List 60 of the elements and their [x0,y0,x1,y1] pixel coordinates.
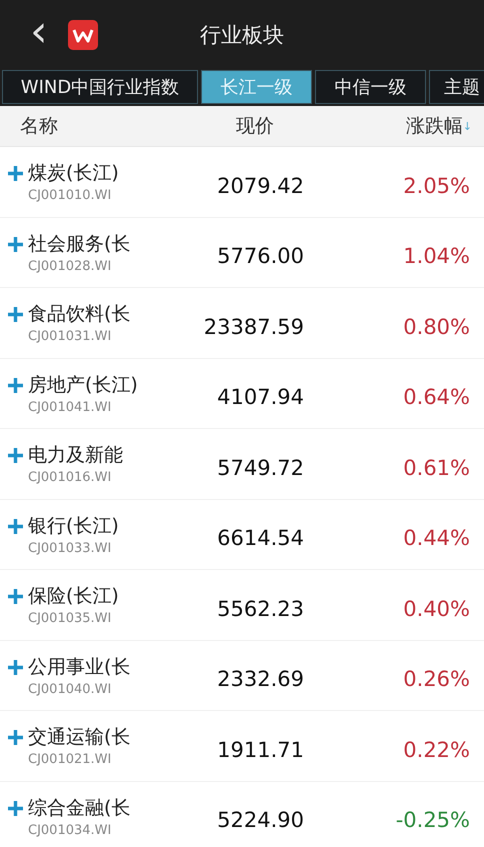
sector-name: 综合金融(长 [28,796,130,821]
sector-name: 公用事业(长 [28,654,130,680]
tab[interactable]: 主题 [429,70,484,104]
price-cell-text: 5749.72 [216,456,304,480]
add-icon[interactable] [7,306,24,324]
change-cell: 0.44% [403,526,470,550]
sector-name: 房地产(长江) [28,372,138,398]
tab[interactable]: 中信一级 [315,70,426,104]
window-title: 行业板块 [200,22,284,49]
sector-code: CJ001035.WI [28,611,112,626]
back-button[interactable]: ‹ [30,10,48,60]
change-cell: -0.25% [396,808,470,832]
sector-name: 煤炭(长江) [28,161,119,186]
change-cell: 1.04% [403,244,470,268]
sector-code: CJ001031.WI [28,329,112,344]
sector-code: CJ001016.WI [28,470,112,486]
add-icon[interactable] [7,447,24,464]
sector-code: CJ001033.WI [28,540,112,556]
sector-code: CJ001010.WI [28,188,112,204]
tab[interactable]: WIND中国行业指数 [2,70,198,104]
price-cell-text: 2079.42 [216,174,304,198]
price-cell-text: 5776.00 [216,244,304,268]
sector-code: CJ001021.WI [28,752,112,768]
price-cell-text: 2332.69 [216,667,304,692]
app-logo-icon [68,20,98,50]
column-header[interactable]: 涨跌幅 [406,113,463,139]
change-cell: 2.05% [403,174,470,198]
add-icon[interactable] [7,518,24,535]
change-cell: 0.26% [403,667,470,692]
sector-name: 交通运输(长 [28,725,130,750]
change-cell: 0.80% [403,314,470,339]
sector-name: 保险(长江) [28,584,119,610]
sector-name: 银行(长江) [28,514,119,539]
sector-code: CJ001040.WI [28,682,112,697]
change-cell: 0.40% [403,596,470,621]
sector-code: CJ001034.WI [28,822,112,838]
change-cell: 0.61% [403,456,470,480]
add-icon[interactable] [7,729,24,746]
price-cell-text: 4107.94 [216,385,304,410]
sector-code: CJ001041.WI [28,400,112,415]
price-cell-text: 23387.59 [202,314,304,339]
change-cell: 0.22% [403,738,470,762]
price-cell-text: 5562.23 [216,596,304,621]
add-icon[interactable] [7,165,24,182]
sector-code: CJ001028.WI [28,258,112,274]
add-icon[interactable] [7,376,24,394]
add-icon[interactable] [7,800,24,817]
change-cell: 0.64% [403,385,470,410]
column-header[interactable]: 现价 [236,113,324,139]
price-cell-text: 6614.54 [216,526,304,550]
price-cell-text: 5224.90 [216,808,304,832]
add-icon[interactable] [7,588,24,606]
add-icon[interactable] [7,236,24,253]
sector-name: 社会服务(长 [28,232,130,257]
sector-name: 食品饮料(长 [28,302,130,328]
sort-indicator: ↓ [462,120,472,132]
price-cell-text: 1911.71 [216,738,304,762]
add-icon[interactable] [7,658,24,676]
sector-name: 电力及新能 [28,443,123,468]
column-header[interactable]: 名称 [20,113,236,139]
